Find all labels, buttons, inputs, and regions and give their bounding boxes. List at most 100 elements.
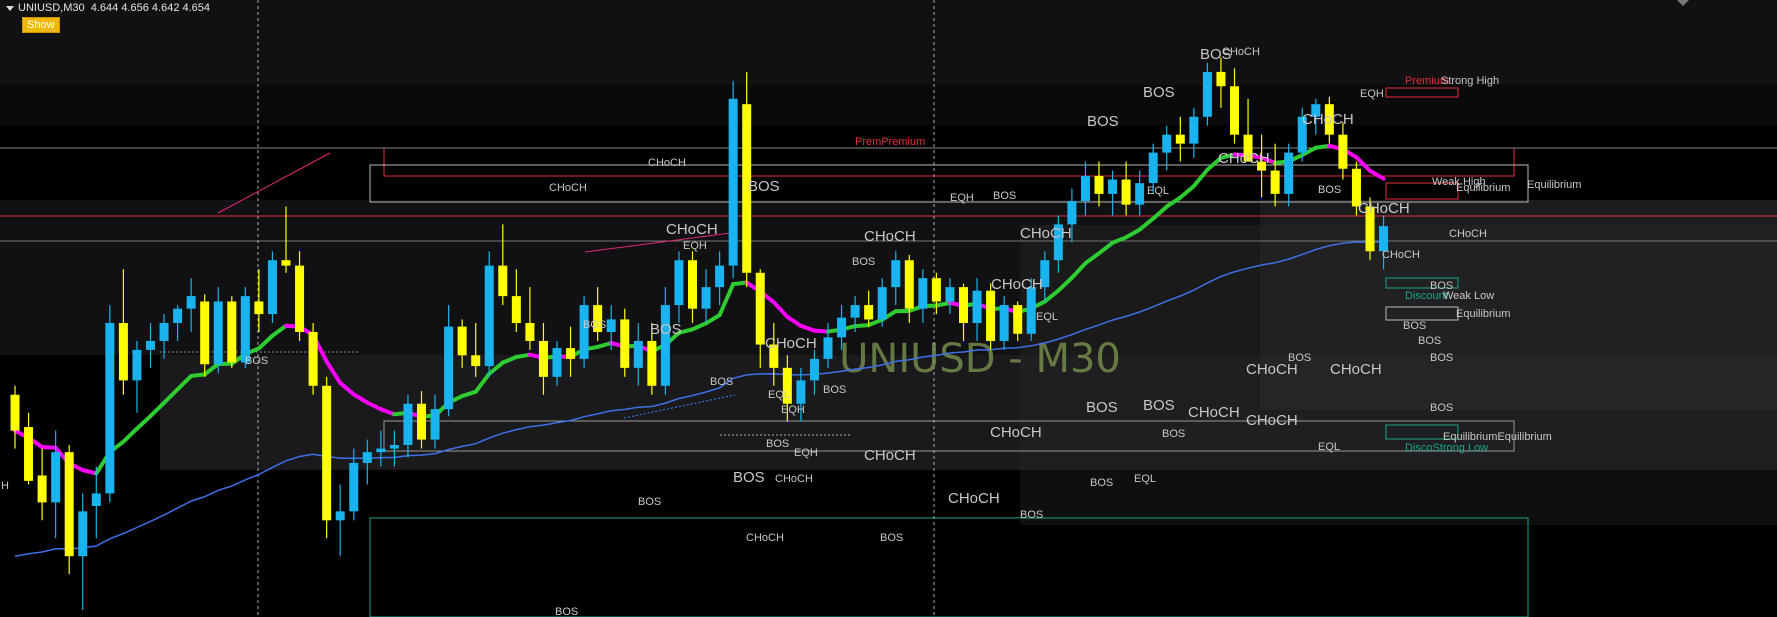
candle-body [173,308,183,324]
equilibrium-label: Equilibrium [1456,308,1510,320]
candle-body [566,348,576,359]
candle-body [362,452,372,463]
choch-label: CHoCH [991,276,1043,293]
candle-body [1067,201,1077,225]
candle-body [1121,179,1131,205]
candle-body [511,296,521,324]
candle-body [254,301,264,315]
candle-body [986,290,996,341]
candle-body [227,301,237,363]
choch-label: CHoCH [864,447,916,464]
candle-body [308,331,318,386]
candle-body [471,355,481,367]
candle-body [146,340,155,350]
candle-body [728,98,738,266]
candle-body [159,323,169,341]
collapse-triangle-icon[interactable] [6,5,14,11]
ema-fast-segment [934,300,952,308]
candle-body [1230,86,1239,135]
bos-label: BOS [1086,399,1118,416]
candle-body [78,511,88,557]
choch-label: CHoCH [990,424,1042,441]
candle-body [51,452,61,503]
symbol-name: UNIUSD,M30 [18,2,85,14]
candle-body [335,511,345,521]
candle-body [37,475,47,503]
candle-body [1148,152,1158,184]
left-edge-label: H [1,480,9,492]
candle-body [999,305,1009,341]
candle-body [1080,175,1090,202]
bos-label: BOS [1090,477,1113,489]
choch-label: CHoCH [765,335,817,352]
choch-label: CHoCH [1330,361,1382,378]
choch-label: CHoCH [648,157,686,169]
candle-body [430,409,440,440]
symbol-header[interactable]: UNIUSD,M30 4.644 4.656 4.642 4.654 [6,2,210,14]
candle-body [796,380,806,404]
show-button[interactable]: Show [22,17,60,33]
weak-low-label: Weak Low [1443,290,1494,302]
candle-body [1189,116,1199,144]
choch-label: CHoCH [775,473,813,485]
eqh-label: EQH [794,447,818,459]
bos-label: BOS [1087,113,1119,130]
choch-label: CHoCH [1246,412,1298,429]
bos-label: BOS [880,532,903,544]
bos-label: BOS [583,319,606,331]
shade-band [1260,200,1777,410]
ohlc-values: 4.644 4.656 4.642 4.654 [90,2,211,14]
candle-body [1202,71,1212,117]
candle-body [850,305,860,318]
bos-label: BOS [993,190,1016,202]
candle-body [1270,170,1280,194]
candle-body [538,340,548,377]
candle-body [240,296,250,363]
candle-body [918,278,928,309]
ema-fast-segment [514,352,532,359]
bos-label: BOS [1318,184,1341,196]
candle-body [213,301,223,365]
bos-label: BOS [1020,509,1043,521]
candle-body [322,385,332,521]
candle-body [891,260,901,288]
eql-label: EQL [1147,185,1169,197]
candle-body [444,326,454,410]
candle-body [525,323,535,341]
eqh-label: EQH [950,192,974,204]
candle-body [755,272,765,345]
candle-body [931,278,941,302]
bos-label: BOS [650,321,682,338]
candle-body [972,290,982,324]
choch-label: CHoCH [1246,361,1298,378]
bos-label: BOS [1143,397,1175,414]
candle-body [267,260,277,315]
choch-label: CHoCH [948,490,1000,507]
ema-fast-segment [40,445,58,450]
candle-body [105,323,115,494]
candle-body [959,287,968,324]
scroll-marker-icon[interactable] [1677,0,1689,6]
candle-body [809,358,819,381]
candle-body [24,427,34,481]
candle-body [1216,71,1226,87]
price-chart[interactable]: UNIUSD - M30 CHoCHCHoCH BOSCHoCHEQHCHoCH C… [0,0,1777,617]
candle-body [1175,134,1185,144]
candle-body [904,260,914,309]
choch-label: CHoCH [666,221,718,238]
discount-label: Discount [1405,290,1448,302]
candle-body [647,340,657,386]
choch-label: CHoCH [1358,200,1410,217]
candle-body [295,265,305,332]
choch-label: CHoCH [864,228,916,245]
choch-label: CHoCH [1382,249,1420,261]
candle-body [864,305,874,320]
eql-label: EQL [1134,473,1156,485]
choch-label: CHoCH [1449,228,1487,240]
candle-body [579,305,589,359]
candle-body [186,296,196,309]
candle-body [945,287,955,302]
bos-label: BOS [1430,352,1453,364]
candle-body [877,287,887,320]
candle-body [1135,183,1145,205]
